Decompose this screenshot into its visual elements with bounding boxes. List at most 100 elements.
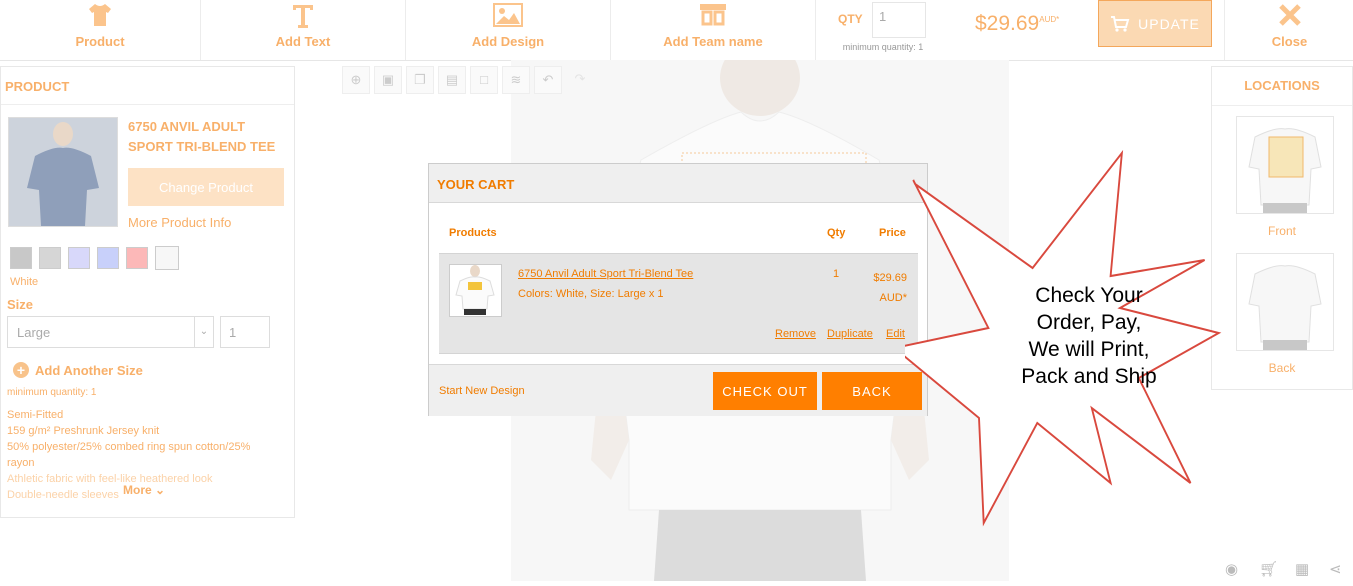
eye-icon[interactable]: ◉ — [1225, 560, 1238, 578]
product-name: 6750 ANVIL ADULT SPORT TRI-BLEND TEE — [128, 119, 276, 154]
front-tshirt-image — [1248, 128, 1322, 213]
cart-item-image — [455, 265, 495, 315]
more-product-info-link[interactable]: More Product Info — [128, 215, 231, 230]
plus-icon: + — [13, 362, 29, 378]
duplicate-link[interactable]: Duplicate — [827, 328, 873, 340]
cart-item-thumbnail[interactable] — [449, 264, 502, 317]
close-button[interactable]: Close — [1224, 0, 1353, 60]
qty-column-header: Qty — [827, 227, 846, 239]
cart-item-qty: 1 — [833, 268, 840, 280]
desc-line: rayon — [7, 457, 35, 469]
desc-line: 50% polyester/25% combed ring spun cotto… — [7, 441, 251, 453]
callout-text: Check Your Order, Pay, We will Print, Pa… — [1005, 282, 1173, 390]
chevron-down-icon: ⌄ — [155, 483, 166, 497]
size-label: Size — [7, 297, 34, 312]
price-value: $29.69 — [975, 12, 1040, 35]
text-icon — [293, 5, 313, 28]
front-location-thumbnail[interactable] — [1236, 116, 1334, 214]
more-label: More — [123, 483, 152, 497]
back-tshirt-image — [1248, 265, 1322, 350]
color-swatch[interactable] — [68, 247, 90, 269]
top-toolbar: Product Add Text Add Design Add Team nam… — [0, 0, 1353, 61]
cart-item-price: $29.69 AUD* — [859, 268, 907, 308]
price-column-header: Price — [879, 227, 906, 239]
color-swatch-selected[interactable] — [155, 246, 179, 270]
cart-item-name-link[interactable]: 6750 Anvil Adult Sport Tri-Blend Tee — [518, 268, 693, 280]
remove-link[interactable]: Remove — [775, 328, 816, 340]
back-location-thumbnail[interactable] — [1236, 253, 1334, 351]
desc-line: 159 g/m² Preshrunk Jersey knit — [7, 425, 160, 437]
color-swatch[interactable] — [39, 247, 61, 269]
selected-color-name: White — [10, 276, 39, 288]
share-icon[interactable]: ⋖ — [1329, 560, 1342, 578]
product-panel-heading: PRODUCT — [1, 67, 294, 105]
add-team-name-button[interactable]: Add Team name — [611, 0, 816, 60]
bottom-actions: ◉ 🛒︎ ▦ ⋖ — [1225, 560, 1353, 580]
product-tool-label: Product — [75, 34, 125, 49]
add-another-size-label: Add Another Size — [35, 362, 143, 378]
product-tool-button[interactable]: Product — [0, 0, 201, 60]
image-icon — [493, 3, 523, 27]
minimum-quantity-note: minimum quantity: 1 — [842, 42, 924, 52]
size-select[interactable]: Large ⌄ — [7, 316, 214, 348]
cart-item-row: 6750 Anvil Adult Sport Tri-Blend Tee Col… — [439, 253, 918, 354]
redo-icon[interactable]: ↷ — [566, 66, 594, 94]
add-design-label: Add Design — [471, 34, 545, 49]
product-photo — [9, 118, 117, 226]
product-thumbnail[interactable] — [8, 117, 118, 227]
save-icon[interactable]: ▦ — [1295, 560, 1309, 578]
start-new-design-link[interactable]: Start New Design — [439, 385, 525, 397]
close-label: Close — [1271, 34, 1308, 49]
cart-modal: YOUR CART Products Qty Price 6750 Anvil … — [428, 163, 928, 416]
team-name-icon — [700, 4, 726, 26]
layers-icon[interactable]: ≋ — [502, 66, 530, 94]
minimum-quantity-note: minimum quantity: 1 — [7, 387, 97, 398]
size-qty-input[interactable]: 1 — [220, 316, 270, 348]
zoom-in-icon[interactable]: ⊕ — [342, 66, 370, 94]
check-out-button[interactable]: CHECK OUT — [713, 372, 817, 410]
cart-title: YOUR CART — [429, 164, 927, 203]
products-column-header: Products — [449, 227, 497, 239]
cart-item-currency: AUD* — [879, 292, 907, 304]
center-icon[interactable]: ▣ — [374, 66, 402, 94]
qty-label: QTY — [838, 12, 863, 26]
callout-line: We will Print, — [1028, 338, 1150, 361]
product-panel: PRODUCT 6750 ANVIL ADULT SPORT TRI-BLEND… — [0, 66, 295, 518]
cart-item-price-value: $29.69 — [873, 272, 907, 284]
add-another-size-button[interactable]: + Add Another Size — [13, 362, 143, 378]
copy-icon[interactable]: ❐ — [406, 66, 434, 94]
select-icon[interactable]: □ — [470, 66, 498, 94]
qty-input[interactable]: 1 — [872, 2, 926, 38]
add-design-button[interactable]: Add Design — [406, 0, 611, 60]
back-location-label: Back — [1268, 361, 1296, 375]
locations-panel: LOCATIONS Front Back — [1211, 66, 1353, 390]
close-icon — [1278, 4, 1301, 26]
add-team-name-label: Add Team name — [663, 34, 763, 49]
chevron-down-icon: ⌄ — [194, 317, 213, 347]
cart-footer: Start New Design CHECK OUT BACK — [429, 364, 927, 416]
edit-link[interactable]: Edit — [886, 328, 905, 340]
desc-line: Semi-Fitted — [7, 409, 64, 421]
price-currency: AUD* — [1039, 15, 1060, 24]
paste-icon[interactable]: ▤ — [438, 66, 466, 94]
update-button[interactable]: UPDATE — [1098, 0, 1212, 47]
more-description-link[interactable]: More ⌄ — [123, 483, 165, 497]
undo-icon[interactable]: ↶ — [534, 66, 562, 94]
cart-item-options: Colors: White, Size: Large x 1 — [518, 288, 664, 300]
price-display: $29.69AUD* — [975, 12, 1059, 36]
change-product-button[interactable]: Change Product — [128, 168, 284, 206]
add-text-button[interactable]: Add Text — [201, 0, 406, 60]
callout-line: Pack and Ship — [1021, 365, 1157, 388]
color-swatch[interactable] — [97, 247, 119, 269]
tshirt-icon — [89, 4, 111, 26]
front-location-label: Front — [1267, 224, 1296, 238]
color-swatch[interactable] — [10, 247, 32, 269]
add-text-label: Add Text — [275, 34, 331, 49]
color-swatch[interactable] — [126, 247, 148, 269]
update-label: UPDATE — [1138, 15, 1200, 32]
locations-heading: LOCATIONS — [1212, 67, 1352, 106]
cart-icon — [1111, 15, 1130, 32]
callout-line: Check Your — [1035, 284, 1143, 307]
cart-icon[interactable]: 🛒︎ — [1259, 560, 1278, 578]
size-value: Large — [17, 325, 51, 340]
